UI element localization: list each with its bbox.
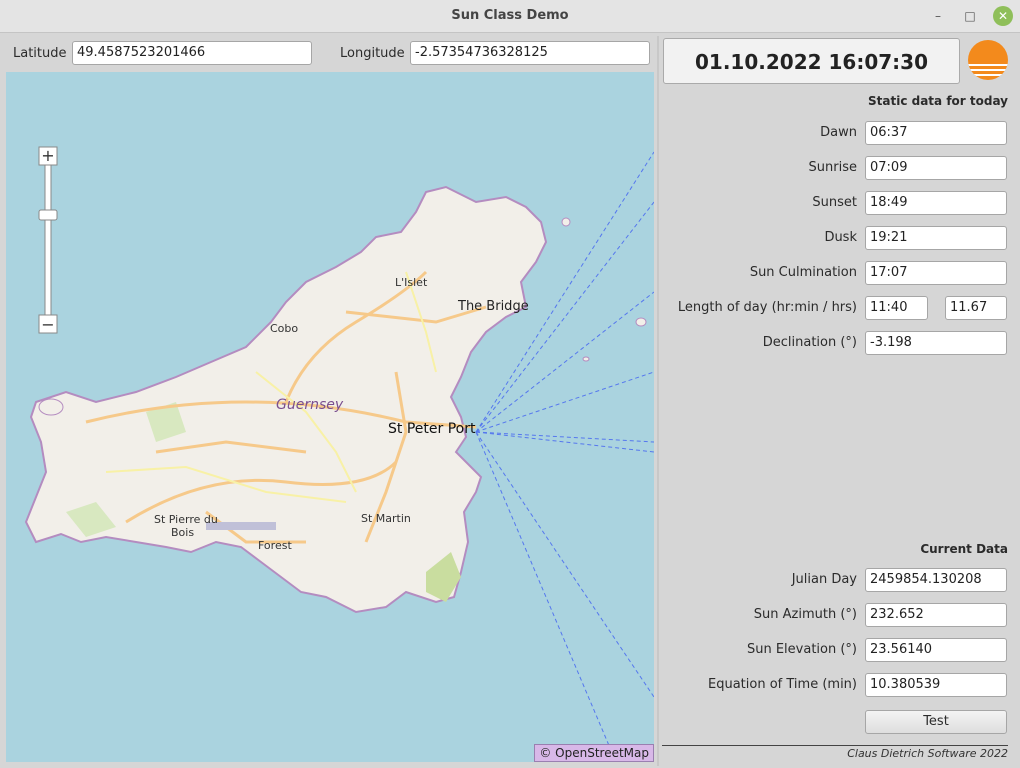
zoom-handle[interactable] — [38, 209, 58, 221]
islet — [561, 217, 571, 227]
panel-divider — [657, 36, 659, 766]
dawn-field[interactable]: 06:37 — [865, 121, 1007, 145]
close-button[interactable]: ✕ — [993, 6, 1013, 26]
map-view[interactable]: L'Islet The Bridge Cobo Guernsey St Pete… — [6, 72, 654, 762]
footer-divider — [662, 745, 1008, 746]
sunrise-label: Sunrise — [808, 160, 857, 175]
equation-of-time-field[interactable]: 10.380539 — [865, 673, 1007, 697]
sun-azimuth-field[interactable]: 232.652 — [865, 603, 1007, 627]
place-lislet: L'Islet — [395, 276, 428, 289]
place-cobo: Cobo — [270, 322, 298, 335]
map-canvas[interactable]: L'Islet The Bridge Cobo Guernsey St Pete… — [6, 72, 654, 762]
islet — [635, 317, 647, 327]
current-data-title: Current Data — [920, 542, 1008, 556]
sunrise-field[interactable]: 07:09 — [865, 156, 1007, 180]
dusk-label: Dusk — [824, 230, 857, 245]
declination-label: Declination (°) — [762, 335, 857, 350]
app-window: Sun Class Demo – □ ✕ Latitude 49.4587523… — [0, 0, 1020, 768]
latitude-input[interactable]: 49.4587523201466 — [72, 41, 312, 65]
osm-attribution[interactable]: © OpenStreetMap — [534, 744, 654, 762]
longitude-label: Longitude — [340, 46, 405, 61]
static-data-title: Static data for today — [868, 94, 1008, 108]
length-of-day-hrs-field[interactable]: 11.67 — [945, 296, 1007, 320]
sunset-label: Sunset — [812, 195, 857, 210]
latitude-label: Latitude — [13, 46, 67, 61]
zoom-slider[interactable]: + − — [38, 146, 58, 334]
sun-azimuth-label: Sun Azimuth (°) — [753, 607, 857, 622]
sun-elevation-label: Sun Elevation (°) — [746, 642, 857, 657]
julian-day-label: Julian Day — [791, 572, 857, 587]
equation-of-time-label: Equation of Time (min) — [708, 677, 857, 692]
length-of-day-hm-field[interactable]: 11:40 — [865, 296, 928, 320]
longitude-input[interactable]: -2.57354736328125 — [410, 41, 650, 65]
length-of-day-label: Length of day (hr:min / hrs) — [677, 300, 857, 315]
julian-day-field[interactable]: 2459854.130208 — [865, 568, 1007, 592]
dusk-field[interactable]: 19:21 — [865, 226, 1007, 250]
sun-icon — [968, 40, 1008, 80]
place-bois: Bois — [171, 526, 194, 539]
credit-text: Claus Dietrich Software 2022 — [847, 747, 1008, 760]
islet — [582, 356, 590, 362]
declination-field[interactable]: -3.198 — [865, 331, 1007, 355]
maximize-button[interactable]: □ — [960, 6, 980, 26]
sun-elevation-field[interactable]: 23.56140 — [865, 638, 1007, 662]
test-button[interactable]: Test — [865, 710, 1007, 734]
title-bar: Sun Class Demo – □ ✕ — [0, 0, 1020, 33]
place-forest: Forest — [258, 539, 292, 552]
sunset-field[interactable]: 18:49 — [865, 191, 1007, 215]
datetime-display: 01.10.2022 16:07:30 — [663, 38, 960, 84]
window-title: Sun Class Demo — [451, 8, 569, 23]
dawn-label: Dawn — [820, 125, 857, 140]
zoom-out-icon: − — [41, 315, 54, 334]
culmination-label: Sun Culmination — [749, 265, 857, 280]
place-st-pierre-du: St Pierre du — [154, 513, 218, 526]
place-st-martin: St Martin — [361, 512, 411, 525]
place-the-bridge: The Bridge — [457, 299, 529, 314]
islet — [38, 398, 64, 416]
zoom-in-icon: + — [41, 146, 54, 165]
minimize-button[interactable]: – — [928, 6, 948, 26]
place-st-peter-port: St Peter Port — [388, 421, 476, 437]
culmination-field[interactable]: 17:07 — [865, 261, 1007, 285]
place-guernsey: Guernsey — [276, 397, 344, 413]
